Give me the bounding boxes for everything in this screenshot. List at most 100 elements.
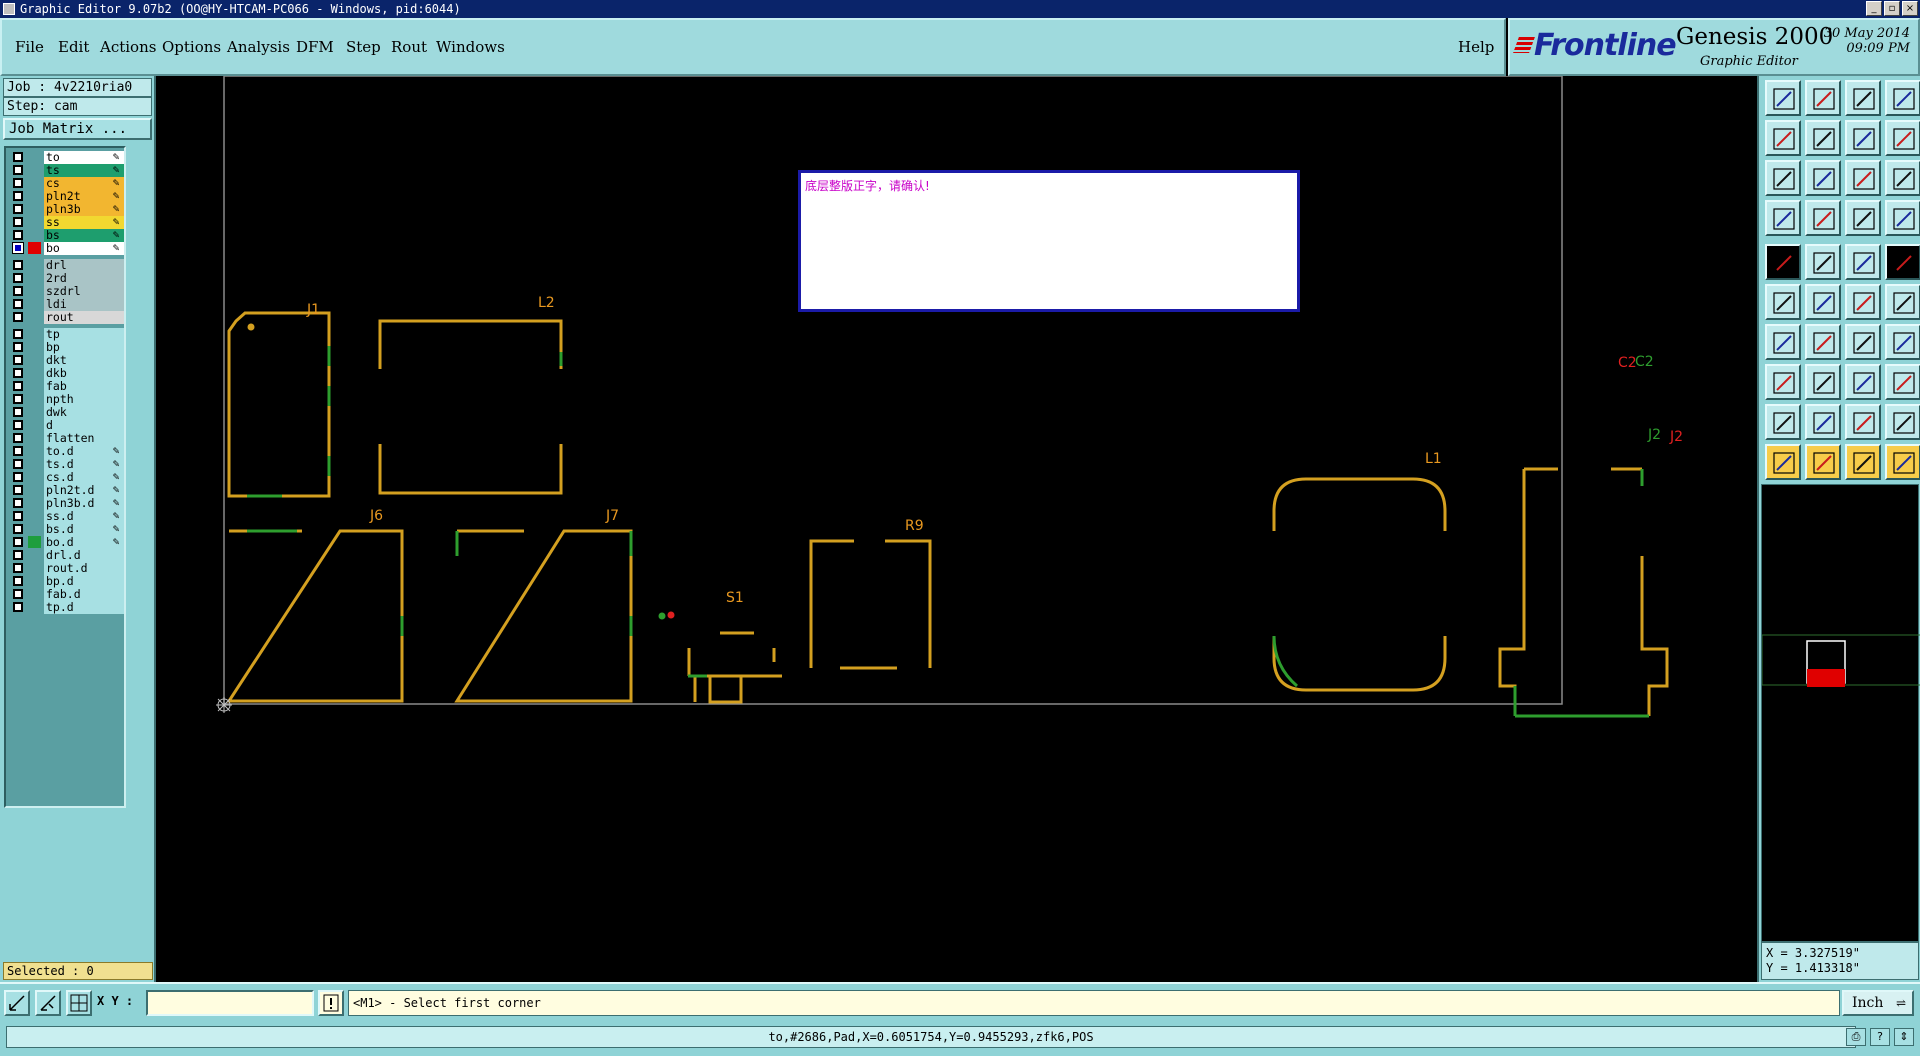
draw-diag-tool[interactable] — [1805, 324, 1841, 360]
text-a3-tool[interactable] — [1885, 404, 1920, 440]
layer-checkbox[interactable] — [13, 563, 23, 573]
layer-row[interactable]: ss ✎ — [8, 215, 126, 229]
layer-row[interactable]: bs ✎ — [8, 228, 126, 242]
menu-edit[interactable]: Edit — [58, 38, 89, 56]
layer-row[interactable]: ts.d ✎ — [8, 457, 126, 471]
measure-button[interactable] — [35, 990, 61, 1016]
xy-input[interactable] — [146, 990, 314, 1016]
unit-selector[interactable]: Inch ⇌ — [1842, 990, 1914, 1016]
pcb-red-2-tool[interactable] — [1885, 200, 1920, 236]
layer-checkbox[interactable] — [13, 576, 23, 586]
snapshot-tool[interactable] — [1765, 244, 1801, 280]
layer-checkbox[interactable] — [13, 286, 23, 296]
restore-button[interactable]: ▫ — [1884, 1, 1900, 16]
undo-view-tool[interactable] — [1845, 120, 1881, 156]
scale-1-2-tool[interactable] — [1845, 160, 1881, 196]
save-job-tool[interactable] — [1805, 80, 1841, 116]
menu-analysis[interactable]: Analysis — [227, 38, 290, 56]
layer-row[interactable]: npth — [8, 392, 126, 406]
graphic-canvas[interactable]: J1 L2 J6 J7 R9 S1 L1 C2 C2 J2 J2 底层整版正字，… — [157, 76, 1757, 982]
zoom-home-tool[interactable] — [1805, 160, 1841, 196]
layer-checkbox[interactable] — [13, 433, 23, 443]
layer-row[interactable]: fab — [8, 379, 126, 393]
job-matrix-button[interactable]: Job Matrix ... — [3, 118, 152, 140]
layer-checkbox[interactable] — [13, 217, 23, 227]
layer-checkbox[interactable] — [13, 299, 23, 309]
layer-checkbox[interactable] — [13, 260, 23, 270]
printer-icon[interactable]: ⎙ — [1846, 1028, 1866, 1046]
pcb-red-1-tool[interactable] — [1845, 200, 1881, 236]
layer-checkbox[interactable] — [13, 312, 23, 322]
select-rect-tool[interactable] — [1805, 244, 1841, 280]
pad-add-tool[interactable] — [1765, 364, 1801, 400]
layer-checkbox[interactable] — [12, 242, 24, 254]
layer-checkbox[interactable] — [13, 446, 23, 456]
layer-checkbox[interactable] — [13, 178, 23, 188]
layer-checkbox[interactable] — [13, 459, 23, 469]
layer-row[interactable]: cs ✎ — [8, 176, 126, 190]
layer-checkbox[interactable] — [13, 329, 23, 339]
rotate-tool[interactable] — [1845, 324, 1881, 360]
layer-checkbox[interactable] — [13, 589, 23, 599]
layer-checkbox[interactable] — [13, 273, 23, 283]
zoom-fit-tool[interactable] — [1765, 160, 1801, 196]
layer-checkbox[interactable] — [13, 511, 23, 521]
layer-row[interactable]: drl.d — [8, 548, 126, 562]
snap-grid-button[interactable] — [66, 990, 92, 1016]
measure-ruler-tool[interactable] — [1845, 244, 1881, 280]
layer-row[interactable]: dwk — [8, 405, 126, 419]
grid-toggle-tool[interactable] — [1805, 200, 1841, 236]
layer-row[interactable]: d — [8, 418, 126, 432]
layer-checkbox[interactable] — [13, 407, 23, 417]
layer-checkbox[interactable] — [13, 537, 23, 547]
mirror-tool[interactable] — [1885, 324, 1920, 360]
menu-file[interactable]: File — [15, 38, 44, 56]
resize-icon[interactable]: ⇕ — [1894, 1028, 1914, 1046]
menu-dfm[interactable]: DFM — [296, 38, 334, 56]
layer-row[interactable]: cs.d ✎ — [8, 470, 126, 484]
home-tool[interactable] — [1845, 80, 1881, 116]
draw-line-tool[interactable] — [1765, 324, 1801, 360]
text-a2-tool[interactable] — [1845, 404, 1881, 440]
menu-actions[interactable]: Actions — [100, 38, 156, 56]
alert-button[interactable] — [318, 990, 344, 1016]
pointer-tool[interactable] — [1765, 444, 1801, 480]
menu-windows[interactable]: Windows — [436, 38, 505, 56]
layer-checkbox[interactable] — [13, 498, 23, 508]
layer-row[interactable]: dkb — [8, 366, 126, 380]
layer-row[interactable]: dkt — [8, 353, 126, 367]
help-icon[interactable]: ? — [1870, 1028, 1890, 1046]
layer-checkbox[interactable] — [13, 485, 23, 495]
arc-select-tool[interactable] — [1885, 284, 1920, 320]
open-job-tool[interactable] — [1765, 80, 1801, 116]
layer-color-swatch[interactable] — [28, 536, 41, 548]
layer-checkbox[interactable] — [13, 368, 23, 378]
layer-row[interactable]: drl — [8, 258, 126, 272]
layer-row[interactable]: tp.d — [8, 600, 126, 614]
fill-pad-tool[interactable] — [1885, 244, 1920, 280]
pattern-tool[interactable] — [1885, 364, 1920, 400]
menu-step[interactable]: Step — [346, 38, 381, 56]
menu-help[interactable]: Help — [1458, 38, 1494, 56]
resize-tool[interactable] — [1845, 364, 1881, 400]
text-a-tool[interactable] — [1805, 404, 1841, 440]
layer-row[interactable]: szdrl — [8, 284, 126, 298]
minimize-button[interactable]: _ — [1866, 1, 1882, 16]
overview-map[interactable] — [1761, 484, 1920, 942]
layer-row[interactable]: bs.d ✎ — [8, 522, 126, 536]
layer-checkbox[interactable] — [13, 191, 23, 201]
pan-right-tool[interactable] — [1805, 120, 1841, 156]
redraw-tool[interactable] — [1885, 120, 1920, 156]
layer-row[interactable]: pln2t.d ✎ — [8, 483, 126, 497]
layer-row[interactable]: fab.d — [8, 587, 126, 601]
layer-name[interactable]: bo ✎ — [44, 242, 124, 255]
layer-row[interactable]: pln2t ✎ — [8, 189, 126, 203]
layer-row[interactable]: bo.d ✎ — [8, 535, 126, 549]
layer-checkbox[interactable] — [13, 602, 23, 612]
layer-row[interactable]: to ✎ — [8, 150, 126, 164]
layer-row[interactable]: tp — [8, 327, 126, 341]
drag-tool[interactable] — [1765, 200, 1801, 236]
pan-left-tool[interactable] — [1765, 120, 1801, 156]
layer-row[interactable]: rout — [8, 310, 126, 324]
triangle-tool[interactable] — [1765, 404, 1801, 440]
